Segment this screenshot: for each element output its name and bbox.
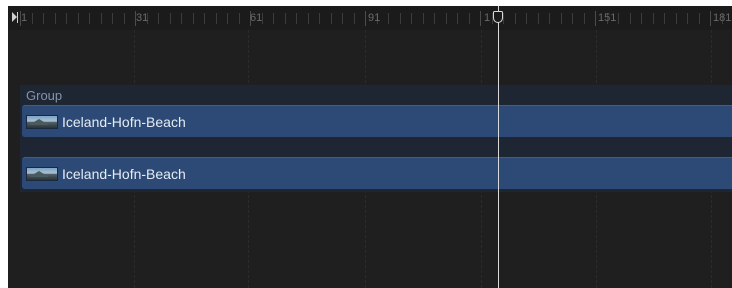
ruler-tick [273,13,274,24]
ruler-label-151: 151 [598,12,617,24]
ruler-tick [78,13,79,24]
ruler-tick [653,13,654,24]
ruler-tick [595,11,596,26]
ruler-tick [618,13,619,24]
ruler-tick [388,13,389,24]
ruler-tick [515,13,516,24]
ruler-tick [285,13,286,24]
ruler-tick [664,13,665,24]
group-label: Group [26,88,63,103]
ruler-label-1: 1 [21,12,28,24]
ruler-tick [124,13,125,24]
ruler-tick [331,13,332,24]
ruler-tick [89,13,90,24]
ruler-tick [66,13,67,24]
ruler-tick [676,13,677,24]
playhead-handle-icon[interactable] [493,11,503,23]
ruler-tick [181,13,182,24]
clip-thumbnail [26,115,58,129]
ruler-tick [239,13,240,24]
timeline-ruler[interactable]: 1 31 61 91 1 151 181 [8,6,732,30]
ruler-tick [400,13,401,24]
ruler-tick [630,13,631,24]
ruler-tick [457,13,458,24]
ruler-label-61: 61 [250,12,263,24]
ruler-tick [699,13,700,24]
ruler-tick [434,13,435,24]
ruler-tick [227,13,228,24]
ruler-tick [446,13,447,24]
clip-bar[interactable]: Iceland-Hofn-Beach [22,157,732,189]
play-range-start-bar [17,12,18,23]
ruler-tick [170,13,171,24]
ruler-label-31: 31 [136,12,149,24]
ruler-tick [204,13,205,24]
timeline-panel: 1 31 61 91 1 151 181 Group Iceland-Hofn-… [8,6,732,288]
ruler-tick [480,11,481,26]
clip-bar[interactable]: Iceland-Hofn-Beach [22,105,732,137]
ruler-tick [469,13,470,24]
ruler-tick [503,13,504,24]
ruler-tick [572,13,573,24]
clip-name: Iceland-Hofn-Beach [62,114,186,130]
ruler-tick [549,13,550,24]
ruler-tick [423,13,424,24]
ruler-tick [308,13,309,24]
ruler-tick [101,13,102,24]
ruler-tick [112,13,113,24]
ruler-tick [584,13,585,24]
ruler-tick [193,13,194,24]
ruler-tick [158,13,159,24]
ruler-tick [296,13,297,24]
ruler-tick [342,13,343,24]
ruler-tick [641,13,642,24]
ruler-tick [710,11,711,26]
ruler-tick [32,13,33,24]
ruler-tick [687,13,688,24]
playhead[interactable] [498,6,499,288]
ruler-tick [526,13,527,24]
ruler-tick [354,13,355,24]
clip-thumbnail [26,167,58,181]
ruler-tick [43,13,44,24]
ruler-tick [411,13,412,24]
ruler-label-181: 181 [713,12,732,24]
ruler-tick [365,11,366,26]
ruler-tick [216,13,217,24]
ruler-tick [319,13,320,24]
ruler-label-91: 91 [368,12,381,24]
ruler-tick [55,13,56,24]
ruler-label-121: 1 [484,12,491,24]
ruler-tick [538,13,539,24]
clip-name: Iceland-Hofn-Beach [62,166,186,182]
ruler-tick [561,13,562,24]
